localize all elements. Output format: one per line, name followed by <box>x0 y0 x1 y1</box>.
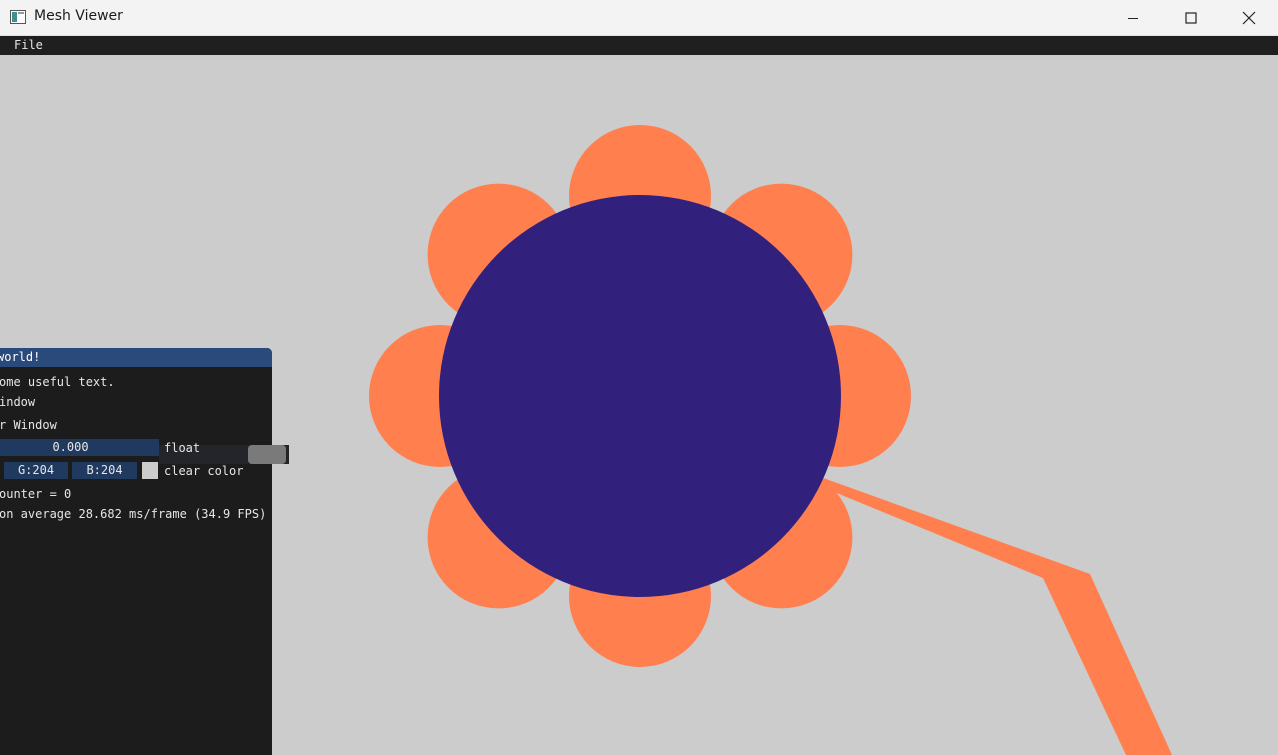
clear-color-swatch[interactable] <box>142 462 158 479</box>
window-title: Mesh Viewer <box>34 8 123 24</box>
close-button[interactable] <box>1220 0 1278 35</box>
color-g-field[interactable]: G:204 <box>4 462 68 479</box>
flower-center <box>439 195 841 597</box>
clear-color-label: clear color <box>164 464 244 478</box>
imgui-window-titlebar[interactable]: world! <box>0 348 272 367</box>
counter-text: ounter = 0 <box>0 487 72 501</box>
minimize-button[interactable] <box>1104 0 1162 35</box>
minimize-icon <box>1128 17 1138 19</box>
float-slider-value: 0.000 <box>52 440 89 454</box>
app-icon <box>10 10 26 24</box>
float-slider[interactable]: 0.000 <box>0 439 159 456</box>
useful-text: ome useful text. <box>0 375 115 389</box>
maximize-icon <box>1185 11 1197 24</box>
maximize-button[interactable] <box>1162 0 1220 35</box>
menu-file[interactable]: File <box>12 38 45 52</box>
demo-window-checkbox[interactable]: indow <box>0 395 35 409</box>
title-bar: Mesh Viewer <box>0 0 1278 36</box>
another-window-checkbox[interactable]: r Window <box>0 418 57 432</box>
color-b-value: B:204 <box>86 463 123 477</box>
close-icon <box>1242 11 1256 24</box>
menu-bar: File <box>0 36 1278 55</box>
fps-text: on average 28.682 ms/frame (34.9 FPS) <box>0 507 267 521</box>
color-b-field[interactable]: B:204 <box>72 462 137 479</box>
float-slider-grab[interactable] <box>248 445 286 464</box>
imgui-window-title: world! <box>0 350 41 364</box>
stem-shape <box>810 474 1172 755</box>
float-label: float <box>164 441 201 455</box>
imgui-window[interactable]: world! ome useful text. indow r Window 0… <box>0 348 289 755</box>
color-g-value: G:204 <box>17 463 55 477</box>
